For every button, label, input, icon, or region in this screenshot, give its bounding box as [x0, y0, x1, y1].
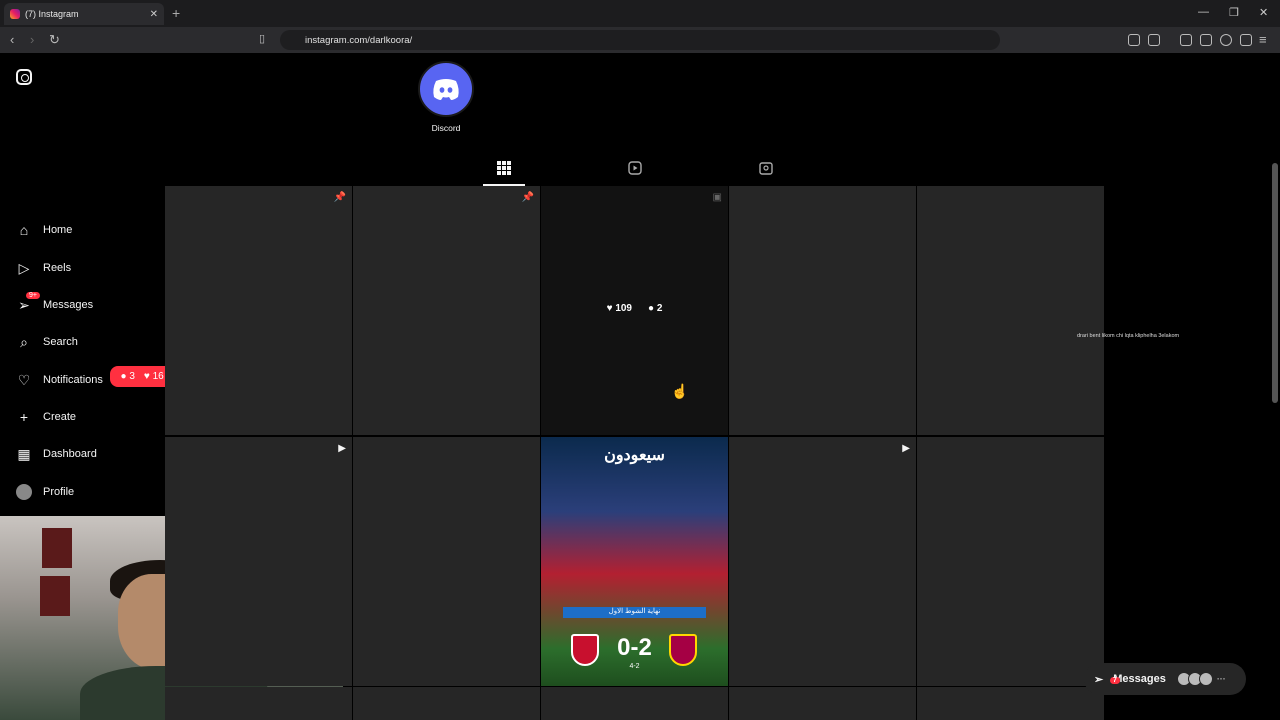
reel-icon: ▶: [902, 443, 910, 454]
reload-icon[interactable]: ↻: [49, 32, 60, 48]
avatar: [1198, 672, 1213, 686]
more-icon: ···: [1216, 674, 1226, 684]
sidebar-item-label: Messages: [43, 299, 94, 311]
tab-tagged-icon[interactable]: [759, 161, 773, 175]
post-tile[interactable]: 📌: [353, 186, 540, 435]
url-text: instagram.com/darlkoora/: [305, 34, 413, 46]
leo-ai-icon[interactable]: [1220, 34, 1232, 46]
discord-highlight[interactable]: [418, 61, 474, 117]
scrollbar[interactable]: [1272, 163, 1278, 403]
post-tile[interactable]: [541, 687, 728, 720]
tab-reels-icon[interactable]: [628, 161, 642, 175]
forward-icon[interactable]: ›: [30, 32, 34, 47]
browser-tabstrip: (7) Instagram ✕ + — ❐ ✕: [0, 0, 1280, 27]
address-bar[interactable]: instagram.com/darlkoora/: [280, 30, 1000, 50]
post-tile[interactable]: ▶: [729, 437, 916, 686]
browser-tab[interactable]: (7) Instagram ✕: [4, 3, 164, 25]
profile-tabs: [165, 153, 1104, 186]
post-hover-stats: ♥ 109 ● 2: [541, 303, 728, 314]
back-icon[interactable]: ‹: [10, 32, 14, 47]
bookmark-icon[interactable]: ▯: [259, 32, 265, 45]
sidebar-item-messages[interactable]: ➢ 9+ Messages: [16, 292, 94, 313]
avatar: [16, 484, 32, 500]
close-tab-icon[interactable]: ✕: [150, 9, 158, 20]
sidebar-item-label: Dashboard: [43, 448, 97, 460]
post-tile[interactable]: ▶: [165, 437, 352, 686]
home-icon: ⌂: [19, 222, 29, 238]
tab-title: (7) Instagram: [25, 9, 79, 19]
post-tile[interactable]: [917, 437, 1104, 686]
instagram-logo-icon[interactable]: [16, 69, 32, 85]
pin-icon: 📌: [521, 192, 534, 203]
sidebar-item-create[interactable]: + Create: [16, 409, 76, 425]
minimize-icon[interactable]: —: [1198, 6, 1209, 18]
reel-icon: ▶: [338, 443, 346, 454]
messages-bar-label: Messages: [1113, 673, 1166, 685]
dashboard-icon: ▦: [17, 445, 31, 462]
plus-icon: +: [19, 409, 29, 425]
wall-poster: [40, 576, 70, 616]
comment-count: ● 3: [120, 371, 135, 382]
post-tile-match[interactable]: سيعودون نهاية الشوط الاول 0-2 4-2: [541, 437, 728, 686]
instagram-page: ⌂ Home ▷ Reels ➢ 9+ Messages ⌕ Search ♡ N…: [0, 53, 1280, 720]
close-window-icon[interactable]: ✕: [1259, 6, 1268, 19]
messages-badge: 9+: [26, 292, 40, 299]
sidebar-item-search[interactable]: ⌕ Search: [16, 334, 78, 350]
post-tile[interactable]: [729, 687, 916, 720]
post-tile[interactable]: 📌: [165, 186, 352, 435]
pin-icon: 📌: [333, 192, 346, 203]
instagram-favicon-icon: [10, 9, 20, 19]
sidebar-item-dashboard[interactable]: ▦ Dashboard: [16, 445, 97, 462]
sidebar-item-label: Create: [43, 411, 77, 423]
comments-stat: ● 2: [648, 303, 663, 314]
heart-icon: ♡: [17, 371, 31, 388]
match-aggregate: 4-2: [629, 663, 640, 670]
sidebar-item-label: Reels: [43, 262, 72, 274]
reel-icon: ▣: [712, 192, 722, 203]
wall-poster: [42, 528, 72, 568]
stream-chat-message: drari bent likom chi lqta kliphelha 3ela…: [1077, 333, 1180, 339]
sidebar-item-notifications[interactable]: ♡ Notifications: [16, 372, 103, 388]
menu-icon[interactable]: ≡: [1259, 32, 1267, 47]
messages-icon: ➢ 9+: [16, 292, 40, 313]
restore-icon[interactable]: ❐: [1229, 6, 1239, 19]
sidebar-item-label: Search: [43, 336, 78, 348]
tab-posts-grid-icon[interactable]: [497, 161, 511, 175]
tab-manager-icon[interactable]: [1148, 34, 1160, 46]
match-banner: نهاية الشوط الاول: [563, 607, 706, 618]
post-tile-hover[interactable]: ▣ ♥ 109 ● 2: [541, 186, 728, 435]
highlight-label: Discord: [431, 123, 461, 133]
likes-stat: ♥ 109: [606, 303, 632, 314]
messages-bar[interactable]: ➢ 7 Messages ···: [1084, 663, 1246, 695]
new-tab-icon[interactable]: +: [172, 5, 180, 21]
messages-bar-badge: 7: [1110, 676, 1120, 684]
vpn-icon[interactable]: [1240, 34, 1252, 46]
like-count: ♥ 16: [143, 371, 164, 382]
match-score: 0-2: [617, 634, 652, 661]
hand-cursor-icon: ☝: [671, 383, 689, 399]
sidebar-toggle-icon[interactable]: [1180, 34, 1192, 46]
post-tile[interactable]: [165, 687, 352, 720]
match-title: سيعودون: [604, 447, 665, 464]
sidebar-item-reels[interactable]: ▷ Reels: [16, 259, 72, 276]
browser-toolbar: ‹ › ↻ ▯ instagram.com/darlkoora/ ≡: [0, 27, 1280, 53]
sidebar-item-home[interactable]: ⌂ Home: [16, 222, 73, 238]
sidebar-item-label: Profile: [43, 486, 75, 498]
post-tile[interactable]: [729, 186, 916, 435]
messages-icon: ➢ 7: [1094, 673, 1120, 686]
sidebar-item-profile[interactable]: Profile: [16, 484, 74, 500]
wallet-icon[interactable]: [1200, 34, 1212, 46]
post-tile[interactable]: [353, 437, 540, 686]
reels-icon: ▷: [18, 259, 30, 276]
post-tile[interactable]: [353, 687, 540, 720]
sidebar-item-label: Home: [43, 224, 73, 236]
extensions-icon[interactable]: [1128, 34, 1140, 46]
post-tile[interactable]: [917, 687, 1104, 720]
sidebar-item-label: Notifications: [43, 374, 103, 386]
post-tile[interactable]: [917, 186, 1104, 435]
search-icon: ⌕: [20, 333, 28, 350]
discord-icon: [433, 79, 459, 100]
